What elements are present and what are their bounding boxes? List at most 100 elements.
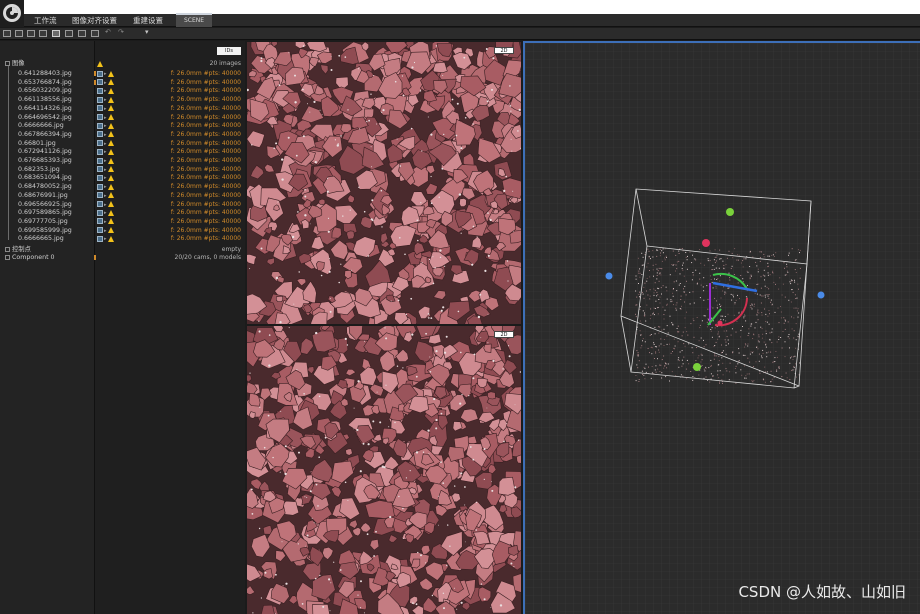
image-info-row: ▸ f: 26.0mm #pts: 40000 [97,79,241,87]
warning-icon [97,60,103,67]
handle-left-icon[interactable] [605,272,613,280]
tree-item-image[interactable]: 0.667866394.jpg [18,131,72,139]
title-bar [0,0,920,14]
tree-item-image[interactable]: 0.66801.jpg [18,140,56,148]
image-status-icon [97,201,103,207]
tree-item-image[interactable]: 0.641288403.jpg [18,70,72,78]
image-info-row: ▸ f: 26.0mm #pts: 40000 [97,227,241,235]
menu-workflow[interactable]: 工作流 [34,15,57,26]
image-info-text: f: 26.0mm #pts: 40000 [170,157,241,164]
control-points-value: empty [221,246,241,253]
image-status-icon [97,148,103,155]
3d-viewport[interactable]: CSDN @人如故、山如旧 [523,41,920,614]
image-info-row: ▸ f: 26.0mm #pts: 40000 [97,157,241,165]
tree-item-image[interactable]: 0.664696542.jpg [18,114,72,122]
image-status-icon [97,140,103,147]
tree-item-image[interactable]: 0.6666665.jpg [18,235,64,243]
tree-item-image[interactable]: 0.684780052.jpg [18,183,72,191]
image-status-icon [97,192,103,199]
image-info-text: f: 26.0mm #pts: 40000 [170,139,241,147]
lock-icon: ▸ [104,71,107,77]
image-status-icon [97,79,103,86]
menu-reconstruction-settings[interactable]: 重建设置 [133,15,163,26]
warning-icon [107,79,114,86]
image-status-icon [97,183,103,190]
tree-root-images[interactable]: 图像 [5,60,25,68]
selection-marker [94,71,96,76]
layout-3-button[interactable] [27,30,35,37]
handle-bottom-icon[interactable] [693,363,701,371]
image-info-text: f: 26.0mm #pts: 40000 [170,87,241,95]
tree-item-control-points[interactable]: 控制点 [5,246,31,254]
image-info-text: f: 26.0mm #pts: 40000 [170,122,241,130]
control-points-label: 控制点 [12,246,31,253]
app-logo[interactable] [0,0,24,27]
image-info-row: ▸ f: 26.0mm #pts: 40000 [97,209,241,217]
view-mode-badge-top[interactable]: 2D [494,47,514,54]
tab-scene[interactable]: SCENE [176,13,213,27]
warning-icon [107,122,114,129]
image-info-text: f: 26.0mm #pts: 40000 [170,78,241,86]
app-logo-icon [3,4,21,22]
image-view-bottom[interactable] [247,326,521,614]
lock-icon: ▸ [104,166,107,173]
expand-icon[interactable] [5,246,10,252]
image-status-icon [97,122,103,129]
undo-icon[interactable]: ↶ [105,28,111,36]
layout-5-button[interactable] [52,30,60,37]
handle-center-icon[interactable] [702,239,710,247]
layout-4-button[interactable] [39,30,47,37]
tree-item-image[interactable]: 0.682353.jpg [18,166,60,174]
layout-2-button[interactable] [15,30,23,37]
tree-item-image[interactable]: 0.699585999.jpg [18,227,72,235]
control-points-info-row: empty [97,246,241,254]
tree-item-image[interactable]: 0.697589865.jpg [18,209,72,217]
warning-icon [107,148,114,155]
rock-texture-image-bottom [247,326,521,614]
tree-item-image[interactable]: 0.69777705.jpg [18,218,68,226]
collapse-icon[interactable] [5,60,10,66]
tree-item-image[interactable]: 0.661138556.jpg [18,96,72,104]
handle-top-icon[interactable] [726,208,734,216]
layout-7-button[interactable] [78,30,86,37]
ids-button[interactable]: IDs [217,47,241,55]
warning-icon [107,70,114,77]
tree-item-image[interactable]: 0.696566925.jpg [18,201,72,209]
lock-icon: ▸ [104,192,107,199]
image-info-row: ▸ f: 26.0mm #pts: 40000 [97,70,241,78]
tree-item-image[interactable]: 0.656032209.jpg [18,87,72,95]
tree-guide-line [8,66,9,240]
tree-item-component[interactable]: Component 0 [5,254,55,262]
warning-icon [107,157,114,164]
layout-1-button[interactable] [3,30,11,37]
lock-icon: ▸ [104,218,107,225]
image-info-row: ▸ f: 26.0mm #pts: 40000 [97,235,241,243]
tree-item-image[interactable]: 0.6666666.jpg [18,122,64,130]
menu-image-alignment-settings[interactable]: 图像对齐设置 [72,15,117,26]
image-info-row: ▸ f: 26.0mm #pts: 40000 [97,192,241,200]
image-info-text: f: 26.0mm #pts: 40000 [170,200,241,208]
tree-item-image[interactable]: 0.683651094.jpg [18,174,72,182]
images-summary-row: 20 images [97,60,241,68]
dropdown-icon[interactable]: ▾ [145,28,149,36]
tree-item-image[interactable]: 0.672941126.jpg [18,148,72,156]
redo-icon[interactable]: ↷ [118,28,124,36]
expand-icon[interactable] [5,254,10,260]
ground-grid [525,43,920,614]
handle-rot-icon[interactable] [717,320,723,326]
image-info-text: f: 26.0mm #pts: 40000 [170,104,241,112]
warning-icon [107,174,114,181]
view-mode-badge-bottom[interactable]: 2D [494,331,514,338]
warning-icon [107,131,114,138]
layout-8-button[interactable] [91,30,99,37]
tree-item-image[interactable]: 0.653766874.jpg [18,79,72,87]
handle-right-icon[interactable] [817,291,825,299]
image-view-top[interactable] [247,42,521,324]
tree-root-label: 图像 [12,60,25,67]
tree-item-image[interactable]: 0.676685393.jpg [18,157,72,165]
layout-6-button[interactable] [65,30,73,37]
tree-item-image[interactable]: 0.68676991.jpg [18,192,68,200]
image-status-icon [97,227,103,234]
lock-icon: ▸ [104,158,107,164]
tree-item-image[interactable]: 0.664114326.jpg [18,105,72,113]
